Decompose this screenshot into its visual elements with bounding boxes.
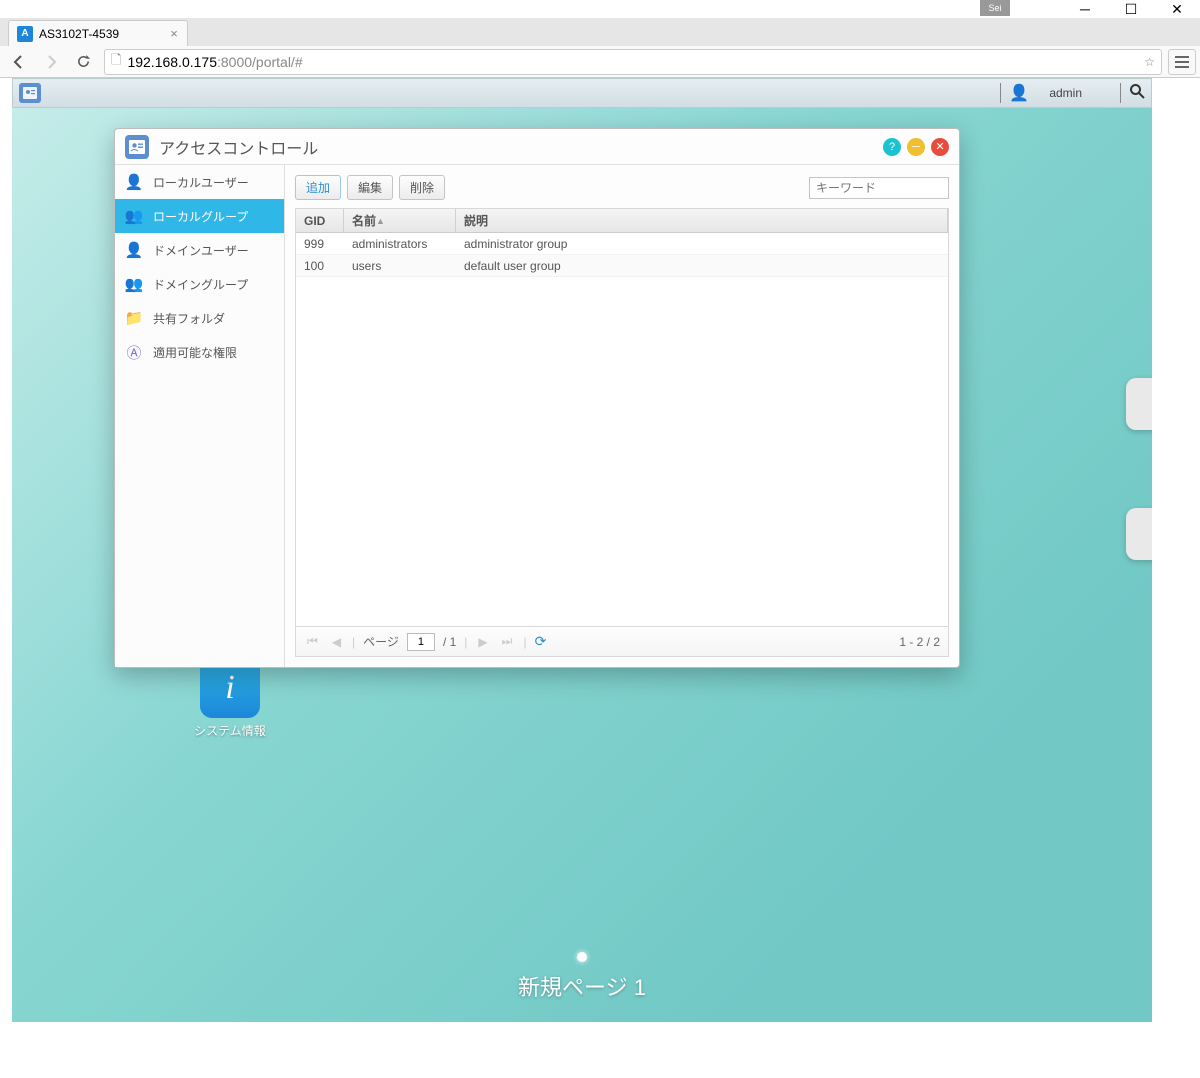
sidebar-item-local-groups[interactable]: 👥 ローカルグループ [115, 199, 284, 233]
pager-first-button[interactable]: ⏮ [304, 634, 321, 649]
gutter-bottom [0, 1022, 1200, 1078]
column-header-desc[interactable]: 説明 [456, 209, 948, 232]
separator [1000, 83, 1001, 103]
users-icon: 👥 [125, 275, 143, 293]
reload-button[interactable] [68, 48, 98, 76]
search-icon [1129, 83, 1145, 99]
pager-info: 1 - 2 / 2 [899, 635, 940, 649]
table-row[interactable]: 999 administrators administrator group [296, 233, 948, 255]
window-titlebar: Sei ─ ☐ ✕ [0, 0, 1200, 18]
portal-username[interactable]: admin [1049, 86, 1082, 100]
gutter-right [1152, 78, 1200, 1078]
info-icon: i [225, 669, 234, 707]
forward-button[interactable] [36, 48, 66, 76]
modal-title: アクセスコントロール [159, 135, 883, 159]
cell-name: users [344, 259, 456, 273]
column-header-name[interactable]: 名前 [344, 209, 456, 232]
desktop-page-title: 新規ページ 1 [12, 970, 1152, 1002]
pager-page-input[interactable] [407, 633, 435, 651]
pager-dot[interactable] [577, 952, 587, 962]
browser-tabstrip: A AS3102T-4539 × [0, 18, 1200, 46]
tab-title: AS3102T-4539 [39, 27, 119, 41]
sidebar-item-label: ローカルグループ [153, 208, 248, 225]
sidebar-item-app-permissions[interactable]: Ⓐ 適用可能な権限 [115, 335, 284, 369]
window-maximize-button[interactable]: ☐ [1108, 0, 1154, 18]
grid-header: GID 名前 説明 [296, 209, 948, 233]
toolbar: 追加 編集 削除 [295, 175, 949, 200]
cell-desc: default user group [456, 259, 948, 273]
cell-gid: 100 [296, 259, 344, 273]
gutter-left [0, 78, 12, 1078]
separator [1120, 83, 1121, 103]
address-bar[interactable]: 🗋 192.168.0.175:8000/portal/# ☆ [104, 49, 1162, 75]
sidebar-item-local-users[interactable]: 👤 ローカルユーザー [115, 165, 284, 199]
access-control-window: アクセスコントロール ? ─ ✕ 👤 ローカルユーザー 👥 ローカルグループ 👤… [114, 128, 960, 668]
modal-content: 追加 編集 削除 GID 名前 説明 999 administrators ad… [285, 165, 959, 667]
groups-grid: GID 名前 説明 999 administrators administrat… [295, 208, 949, 657]
contacts-icon [23, 87, 37, 99]
window-minimize-button[interactable]: ─ [1062, 0, 1108, 18]
modal-app-icon [125, 135, 149, 159]
modal-close-button[interactable]: ✕ [931, 138, 949, 156]
remove-button[interactable]: 削除 [399, 175, 445, 200]
back-button[interactable] [4, 48, 34, 76]
browser-tab[interactable]: A AS3102T-4539 × [8, 20, 188, 46]
portal-app-icon[interactable] [19, 83, 41, 103]
modal-titlebar[interactable]: アクセスコントロール ? ─ ✕ [115, 129, 959, 165]
arrow-left-icon [11, 54, 27, 70]
user-icon: 👤 [125, 173, 143, 191]
grid-body: 999 administrators administrator group 1… [296, 233, 948, 626]
bookmark-star-icon[interactable]: ☆ [1144, 55, 1155, 69]
pager-refresh-button[interactable]: ⟳ [535, 633, 547, 650]
reload-icon [76, 54, 91, 69]
hamburger-icon [1175, 56, 1189, 68]
favicon-icon: A [17, 26, 33, 42]
edit-button[interactable]: 編集 [347, 175, 393, 200]
sidebar-item-domain-groups[interactable]: 👥 ドメイングループ [115, 267, 284, 301]
contacts-icon [129, 140, 145, 154]
sidebar-item-shared-folders[interactable]: 📁 共有フォルダ [115, 301, 284, 335]
sidebar-item-label: 適用可能な権限 [153, 344, 237, 361]
portal-topbar: 👤 admin [12, 78, 1152, 108]
sidebar-item-label: ドメインユーザー [153, 242, 249, 259]
pager-next-button[interactable]: ▶ [475, 635, 490, 649]
tab-close-button[interactable]: × [167, 27, 181, 41]
add-button[interactable]: 追加 [295, 175, 341, 200]
browser-toolbar: 🗋 192.168.0.175:8000/portal/# ☆ [0, 46, 1200, 78]
grid-pager: ⏮ ◀ | ページ / 1 | ▶ ⏭ | ⟳ 1 - 2 / 2 [296, 626, 948, 656]
sidebar-item-label: 共有フォルダ [153, 310, 225, 327]
sidebar-item-domain-users[interactable]: 👤 ドメインユーザー [115, 233, 284, 267]
user-icon: 👤 [1009, 83, 1029, 103]
win-badge: Sei [980, 0, 1010, 16]
pager-page-label: ページ [363, 633, 399, 650]
desktop-icon-partial[interactable] [1126, 508, 1152, 560]
pager-last-button[interactable]: ⏭ [499, 634, 516, 649]
arrow-right-icon [43, 54, 59, 70]
pager-total: / 1 [443, 635, 456, 649]
modal-help-button[interactable]: ? [883, 138, 901, 156]
pager-prev-button[interactable]: ◀ [329, 635, 344, 649]
page-icon: 🗋 [111, 51, 121, 73]
folder-icon: 📁 [125, 309, 143, 327]
cell-name: administrators [344, 237, 456, 251]
cell-desc: administrator group [456, 237, 948, 251]
url-text: 192.168.0.175:8000/portal/# [127, 54, 1138, 70]
desktop-icon-label: システム情報 [190, 722, 270, 739]
users-icon: 👥 [125, 207, 143, 225]
cell-gid: 999 [296, 237, 344, 251]
user-icon: 👤 [125, 241, 143, 259]
browser-menu-button[interactable] [1168, 49, 1196, 75]
modal-minimize-button[interactable]: ─ [907, 138, 925, 156]
portal-search-button[interactable] [1129, 83, 1145, 103]
table-row[interactable]: 100 users default user group [296, 255, 948, 277]
desktop-icon-partial[interactable] [1126, 378, 1152, 430]
search-input[interactable] [809, 177, 949, 199]
modal-sidebar: 👤 ローカルユーザー 👥 ローカルグループ 👤 ドメインユーザー 👥 ドメイング… [115, 165, 285, 667]
desktop-icon-sysinfo[interactable]: i システム情報 [190, 658, 270, 739]
column-header-gid[interactable]: GID [296, 209, 344, 232]
badge-icon: Ⓐ [125, 342, 143, 363]
sidebar-item-label: ドメイングループ [153, 276, 248, 293]
window-close-button[interactable]: ✕ [1154, 0, 1200, 18]
sidebar-item-label: ローカルユーザー [153, 174, 249, 191]
